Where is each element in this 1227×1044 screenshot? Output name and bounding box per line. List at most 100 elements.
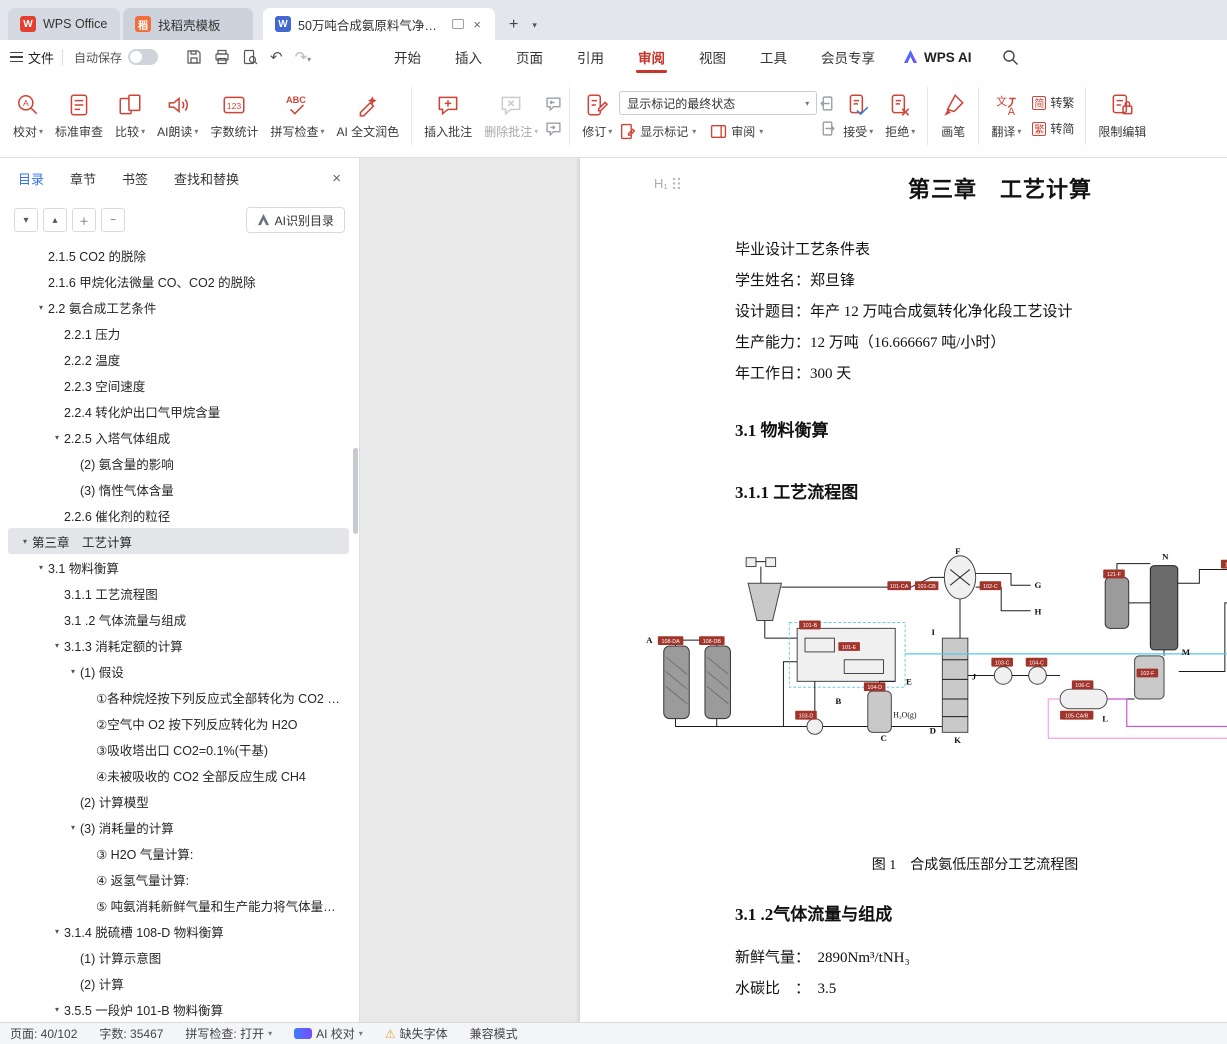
outline-item[interactable]: 2.1.5 CO2 的脱除 — [8, 242, 349, 268]
track-changes-button[interactable]: 修订 ▾ — [577, 79, 617, 153]
outline-item[interactable]: ▾ 2.2.5 入塔气体组成 — [8, 424, 349, 450]
show-markup-button[interactable]: 显示标记 ▾ — [619, 123, 696, 140]
word-count-indicator[interactable]: 字数: 35467 — [99, 1025, 163, 1042]
redo-icon[interactable]: ↷▾ — [295, 48, 312, 66]
outline-item[interactable]: ⑤ 吨氨消耗新鲜气量和生产能力将气体量… — [8, 892, 349, 918]
outline-item[interactable]: 2.2.2 温度 — [8, 346, 349, 372]
outline-item[interactable]: ▾ (3) 消耗量的计算 — [8, 814, 349, 840]
print-preview-icon[interactable] — [242, 49, 258, 65]
outline-item[interactable]: 3.1.1 工艺流程图 — [8, 580, 349, 606]
tab-wps-office[interactable]: W WPS Office — [8, 8, 120, 40]
reject-button[interactable]: 拒绝 ▾ — [880, 79, 920, 153]
sidebar-tab-find-replace[interactable]: 查找和替换 — [174, 169, 239, 188]
ai-polish-button[interactable]: AI 全文润色 — [331, 79, 404, 153]
save-icon[interactable] — [186, 49, 202, 65]
wps-ai-button[interactable]: WPS AI — [903, 40, 972, 74]
ai-recognize-catalog-button[interactable]: AI识别目录 — [245, 207, 345, 233]
close-sidebar-button[interactable]: × — [332, 170, 341, 187]
outline-item[interactable]: ▾ 3.1.3 消耗定额的计算 — [8, 632, 349, 658]
outline-item[interactable]: 2.2.1 压力 — [8, 320, 349, 346]
expand-arrow-icon[interactable]: ▾ — [50, 927, 64, 936]
outline-plus-button[interactable]: ＋ — [72, 208, 96, 232]
menu-tab-reference[interactable]: 引用 — [575, 40, 606, 74]
expand-arrow-icon[interactable]: ▾ — [34, 303, 48, 312]
menu-tab-membership[interactable]: 会员专享 — [819, 40, 877, 74]
proofread-button[interactable]: A 校对 ▾ — [8, 79, 48, 153]
spell-check-status[interactable]: 拼写检查: 打开 ▾ — [185, 1025, 272, 1042]
menu-tab-tools[interactable]: 工具 — [758, 40, 789, 74]
expand-arrow-icon[interactable]: ▾ — [18, 537, 32, 546]
standard-review-button[interactable]: 标准审查 — [50, 79, 108, 153]
expand-arrow-icon[interactable]: ▾ — [50, 1005, 64, 1014]
previous-comment-icon[interactable] — [545, 95, 562, 112]
missing-font-warning[interactable]: ⚠ 缺失字体 — [385, 1025, 448, 1042]
outline-item[interactable]: 2.2.4 转化炉出口气甲烷含量 — [8, 398, 349, 424]
outline-item[interactable]: 2.2.6 催化剂的粒径 — [8, 502, 349, 528]
tab-document[interactable]: W 50万吨合成氨原料气净化工段 × — [263, 8, 495, 40]
outline-item[interactable]: ②空气中 O2 按下列反应转化为 H2O — [8, 710, 349, 736]
delete-comment-button[interactable]: 删除批注 ▾ — [479, 79, 543, 153]
page-indicator[interactable]: 页面: 40/102 — [10, 1025, 77, 1042]
outline-item[interactable]: ①各种烷烃按下列反应式全部转化为 CO2 … — [8, 684, 349, 710]
outline-item[interactable]: (1) 计算示意图 — [8, 944, 349, 970]
brush-button[interactable]: 画笔 — [935, 79, 971, 153]
sidebar-scrollbar[interactable] — [353, 448, 358, 534]
outline-item[interactable]: ④ 返氢气量计算: — [8, 866, 349, 892]
insert-comment-button[interactable]: 插入批注 — [419, 79, 477, 153]
close-tab-button[interactable]: × — [471, 17, 483, 32]
autosave-toggle[interactable] — [128, 49, 159, 65]
compare-button[interactable]: 比较 ▾ — [110, 79, 150, 153]
ai-read-button[interactable]: AI朗读 ▾ — [152, 79, 203, 153]
review-pane-button[interactable]: 审阅 ▾ — [710, 123, 763, 140]
outline-item[interactable]: ③ H2O 气量计算: — [8, 840, 349, 866]
expand-arrow-icon[interactable]: ▾ — [50, 641, 64, 650]
outline-item[interactable]: 2.1.6 甲烷化法微量 CO、CO2 的脱除 — [8, 268, 349, 294]
outline-item[interactable]: ▾ 3.1.4 脱硫槽 108-D 物料衡算 — [8, 918, 349, 944]
document-page[interactable]: H₁ 第三章 工艺计算 毕业设计工艺条件表 学生姓名：郑旦锋 设计题目：年产 1… — [580, 158, 1227, 1022]
previous-change-icon[interactable] — [819, 95, 836, 112]
undo-icon[interactable]: ↶ — [270, 48, 283, 66]
outline-item[interactable]: (3) 惰性气体含量 — [8, 476, 349, 502]
sidebar-tab-chapters[interactable]: 章节 — [70, 169, 96, 188]
outline-item[interactable]: ▾ 3.5.5 一段炉 101-B 物料衡算 — [8, 996, 349, 1022]
search-button[interactable] — [1002, 40, 1019, 74]
markup-state-select[interactable]: 显示标记的最终状态 ▾ — [619, 91, 818, 115]
menu-tab-page[interactable]: 页面 — [514, 40, 545, 74]
outline-minus-button[interactable]: − — [101, 208, 125, 232]
expand-arrow-icon[interactable]: ▾ — [34, 563, 48, 572]
spell-check-button[interactable]: ABC 拼写检查 ▾ — [265, 79, 329, 153]
next-comment-icon[interactable] — [545, 120, 562, 137]
accept-button[interactable]: 接受 ▾ — [838, 79, 878, 153]
outline-item[interactable]: ④未被吸收的 CO2 全部反应生成 CH4 — [8, 762, 349, 788]
menu-tab-review[interactable]: 审阅 — [636, 40, 667, 74]
menu-tab-home[interactable]: 开始 — [392, 40, 423, 74]
outline-item[interactable]: (2) 计算模型 — [8, 788, 349, 814]
print-icon[interactable] — [214, 49, 230, 65]
expand-arrow-icon[interactable]: ▾ — [66, 667, 80, 676]
outline-item[interactable]: 2.2.3 空间速度 — [8, 372, 349, 398]
restrict-edit-button[interactable]: 限制编辑 — [1093, 79, 1151, 153]
outline-item[interactable]: ▾ (1) 假设 — [8, 658, 349, 684]
new-tab-button[interactable]: + — [509, 16, 518, 34]
outline-item[interactable]: (2) 氨含量的影响 — [8, 450, 349, 476]
outline-expand-button[interactable]: ▾ — [14, 208, 38, 232]
outline-item[interactable]: ▾ 3.1 物料衡算 — [8, 554, 349, 580]
sidebar-tab-catalog[interactable]: 目录 — [18, 169, 44, 188]
menu-tab-view[interactable]: 视图 — [697, 40, 728, 74]
tab-docer-templates[interactable]: 稻 找稻壳模板 — [123, 8, 253, 40]
next-change-icon[interactable] — [819, 120, 836, 137]
expand-arrow-icon[interactable]: ▾ — [50, 433, 64, 442]
sidebar-tab-bookmarks[interactable]: 书签 — [122, 169, 148, 188]
outline-collapse-button[interactable]: ▴ — [43, 208, 67, 232]
outline-item[interactable]: ③吸收塔出口 CO2=0.1%(干基) — [8, 736, 349, 762]
outline-item[interactable]: (2) 计算 — [8, 970, 349, 996]
to-simplified-button[interactable]: 繁 转简 — [1032, 120, 1074, 137]
tab-list-caret-icon[interactable]: ▾ — [532, 20, 537, 31]
to-traditional-button[interactable]: 简 转繁 — [1032, 94, 1074, 111]
outline-item[interactable]: 3.1 .2 气体流量与组成 — [8, 606, 349, 632]
expand-arrow-icon[interactable]: ▾ — [66, 823, 80, 832]
menu-tab-insert[interactable]: 插入 — [453, 40, 484, 74]
file-menu-button[interactable]: 文件 — [10, 40, 54, 74]
translate-button[interactable]: 文A 翻译 ▾ — [986, 79, 1026, 153]
word-count-button[interactable]: 123 字数统计 — [205, 79, 263, 153]
